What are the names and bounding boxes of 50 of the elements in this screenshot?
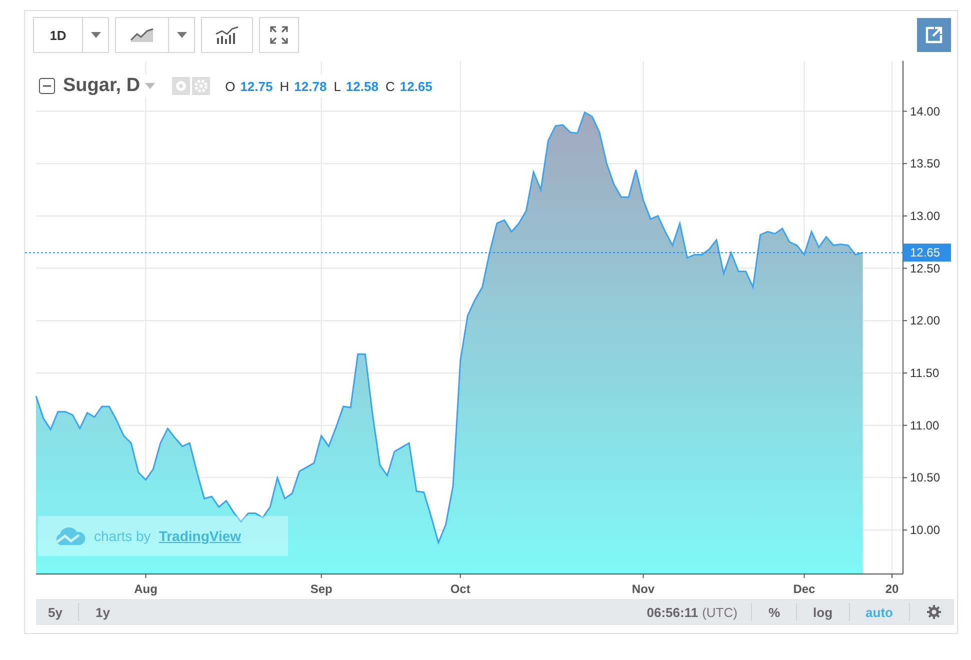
time-axis-label: Nov [632, 582, 655, 596]
time-axis-label: Dec [793, 582, 816, 596]
settings-button[interactable] [924, 604, 944, 620]
open-in-new-window-button[interactable] [917, 18, 951, 52]
indicators-icon [215, 26, 239, 44]
indicators-button[interactable] [201, 17, 253, 53]
caret-icon [176, 32, 186, 38]
price-axis-label: 13.50 [910, 156, 940, 171]
ohlc-label: O [225, 78, 236, 94]
price-axis-label: 10.00 [910, 523, 940, 538]
fullscreen-button[interactable] [259, 17, 299, 53]
time-axis-label: Sep [310, 582, 332, 596]
ohlc-value: 12.58 [346, 78, 378, 94]
caret-icon [90, 32, 100, 38]
interval-dropdown[interactable] [83, 17, 109, 53]
fullscreen-icon [269, 25, 289, 45]
scale-button[interactable]: % [766, 604, 782, 620]
scale-button[interactable]: log [811, 604, 835, 620]
cloud-icon [54, 526, 86, 546]
ref-line-label: 12.65 [910, 246, 940, 260]
ohlc-value: 12.78 [294, 78, 327, 94]
attribution-text: charts by [94, 528, 151, 544]
symbol-title: Sugar, D [63, 75, 140, 97]
clock-time: 06:56:11 [646, 604, 698, 620]
price-axis-label: 13.00 [910, 208, 940, 223]
ohlc-label: H [280, 78, 290, 94]
interval-button[interactable]: 1D [33, 17, 83, 53]
chart-style-dropdown[interactable] [169, 17, 195, 53]
price-axis-label: 11.00 [910, 418, 940, 432]
area-chart-icon [130, 28, 154, 42]
ohlc-label: L [334, 78, 341, 94]
time-axis-label: 20 [885, 582, 899, 596]
chart-style-button[interactable] [115, 17, 169, 53]
collapse-icon[interactable] [39, 78, 55, 94]
price-axis-label: 12.00 [910, 314, 940, 328]
time-axis-label: Oct [450, 582, 470, 596]
last-price-badge: 12.65 [903, 244, 951, 262]
ohlc-label: C [385, 78, 395, 94]
ohlc-value: 12.75 [240, 78, 273, 94]
settings-icon [926, 604, 942, 620]
range-button[interactable]: 1y [93, 604, 112, 620]
price-axis-label: 11.50 [910, 366, 940, 380]
price-axis-label: 12.50 [910, 261, 940, 276]
price-axis-label: 14.00 [910, 104, 940, 118]
external-link-icon [924, 25, 944, 45]
time-axis-label: Aug [134, 582, 158, 596]
timezone-label: (UTC) [702, 604, 738, 620]
price-axis-label: 10.50 [910, 470, 940, 485]
ohlc-value: 12.65 [400, 78, 432, 94]
range-button[interactable]: 5y [46, 604, 64, 620]
